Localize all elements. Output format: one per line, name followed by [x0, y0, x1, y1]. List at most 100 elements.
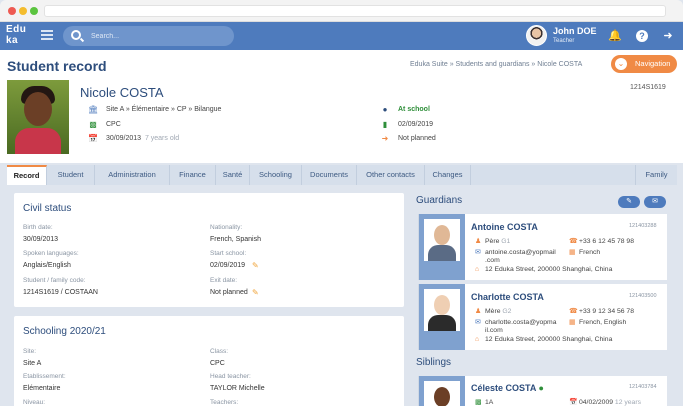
phone-icon: ☎	[569, 308, 578, 315]
app-window: Edu ka John DOE Teacher 🔔 ? ➜ Student re…	[0, 0, 683, 406]
board-icon: ▩	[89, 120, 97, 129]
exit-date-value: Not planned	[210, 289, 248, 296]
home-icon: ⌂	[475, 336, 480, 343]
civil-status-card: Civil status Birth date: 30/09/2013 Nati…	[14, 193, 404, 307]
spoken-languages-label: Spoken languages:	[23, 250, 79, 257]
door-in-icon: ▮	[382, 120, 388, 129]
address-bar[interactable]	[44, 5, 666, 17]
guardian-email-cont: il.com	[485, 327, 503, 334]
school-icon: 🏛	[88, 105, 99, 114]
siblings-title: Siblings	[416, 357, 452, 368]
search-bar[interactable]	[63, 26, 234, 46]
bell-icon[interactable]: 🔔	[608, 30, 622, 42]
top-navbar: Edu ka John DOE Teacher 🔔 ? ➜	[0, 22, 683, 50]
maximize-window-dot[interactable]	[30, 7, 38, 15]
sibling-photo	[419, 376, 465, 406]
guardian-name[interactable]: Antoine COSTA	[471, 222, 538, 232]
birth-date-value: 30/09/2013	[23, 236, 59, 243]
board-icon: ▩	[475, 399, 482, 406]
minimize-window-dot[interactable]	[19, 7, 27, 15]
teachers-label: Teachers:	[210, 399, 239, 406]
user-avatar[interactable]	[526, 25, 547, 46]
site-label: Site:	[23, 348, 37, 355]
tab-student[interactable]: Student	[47, 165, 95, 185]
navigation-button-label: Navigation	[635, 59, 671, 68]
guardian-language: ▦ French, English	[569, 319, 627, 326]
start-school-label: Start school:	[210, 250, 247, 257]
record-tabs: Record Student Administration Finance Sa…	[7, 165, 677, 185]
sibling-birth: 📅 04/02/2009 12 years	[569, 399, 641, 406]
browser-chrome	[0, 0, 683, 22]
search-input[interactable]	[91, 30, 221, 42]
tab-other-contacts[interactable]: Other contacts	[357, 165, 425, 185]
logout-icon[interactable]: ➜	[662, 30, 674, 42]
exit-date-label: Exit date:	[210, 277, 238, 284]
user-name[interactable]: John DOE	[553, 26, 597, 36]
guardian-id: 121403288	[629, 223, 657, 229]
start-school-value: 02/09/2019	[210, 262, 246, 269]
tab-sante[interactable]: Santé	[216, 165, 250, 185]
people-icon: ♟	[475, 308, 482, 315]
calendar-icon: 📅	[88, 134, 98, 143]
sibling-name[interactable]: Céleste COSTA ●	[471, 383, 544, 393]
tab-finance[interactable]: Finance	[170, 165, 216, 185]
tab-record[interactable]: Record	[7, 165, 47, 185]
tab-schooling[interactable]: Schooling	[250, 165, 302, 185]
tab-administration[interactable]: Administration	[95, 165, 170, 185]
guardian-email[interactable]: ✉ charlotte.costa@yopma	[475, 318, 557, 326]
student-id: 1214S1619	[630, 84, 666, 91]
breadcrumb[interactable]: Eduka Suite » Students and guardians » N…	[410, 61, 582, 68]
niveau-label: Niveau:	[23, 399, 46, 406]
guardian-id: 121403500	[629, 293, 657, 299]
calendar-icon: 📅	[569, 399, 578, 406]
language-icon: ▦	[569, 249, 576, 256]
exit-date: Not planned	[398, 135, 436, 142]
student-path: Site A » Élémentaire » CP » Bilangue	[106, 106, 222, 113]
class-label: Class:	[210, 348, 229, 355]
navigation-button[interactable]: ⌄ Navigation	[611, 55, 677, 73]
head-teacher-value: TAYLOR Michelle	[210, 385, 265, 392]
logo-text-bottom: ka	[6, 35, 19, 46]
student-header: Student record Eduka Suite » Students an…	[0, 50, 683, 163]
guardian-email-cont: .com	[485, 257, 500, 264]
civil-status-title: Civil status	[23, 203, 72, 214]
eduka-logo[interactable]: Edu ka	[6, 24, 26, 46]
spoken-languages-value: Anglais/English	[23, 262, 71, 269]
edit-start-pencil-icon[interactable]: ✎	[252, 261, 261, 270]
nationality-value: French, Spanish	[210, 236, 261, 243]
guardian-phone[interactable]: ☎ +33 6 12 45 78 98	[569, 237, 634, 245]
guardian-card[interactable]: Charlotte COSTA 121403500 ♟ Mère G2 ✉ char…	[418, 284, 667, 350]
nationality-label: Nationality:	[210, 224, 243, 231]
guardian-card[interactable]: Antoine COSTA 121403288 ♟ Père G1 ✉ antoin…	[418, 214, 667, 280]
user-role: Teacher	[553, 38, 575, 44]
guardian-relation: ♟ Père G1	[475, 238, 511, 245]
edit-exit-pencil-icon[interactable]: ✎	[252, 288, 261, 297]
guardians-title: Guardians	[416, 195, 463, 206]
help-icon[interactable]: ?	[636, 30, 648, 42]
status-badge: At school	[398, 106, 430, 113]
student-birth: 30/09/2013 7 years old	[106, 135, 180, 142]
language-icon: ▦	[569, 319, 576, 326]
edit-guardians-button[interactable]: ✎	[618, 196, 640, 208]
tab-changes[interactable]: Changes	[425, 165, 471, 185]
email-guardians-button[interactable]: ✉	[644, 196, 666, 208]
chevron-down-icon: ⌄	[615, 58, 627, 70]
tab-family[interactable]: Family	[635, 165, 677, 185]
schooling-card: Schooling 2020/21 Site: Site A Class: CP…	[14, 316, 404, 406]
menu-icon[interactable]	[41, 30, 53, 40]
student-name: Nicole COSTA	[80, 85, 164, 100]
close-window-dot[interactable]	[8, 7, 16, 15]
student-class: CPC	[106, 121, 121, 128]
guardian-name[interactable]: Charlotte COSTA	[471, 292, 544, 302]
head-teacher-label: Head teacher:	[210, 373, 251, 380]
guardian-phone[interactable]: ☎ +33 9 12 34 56 78	[569, 307, 634, 315]
person-icon: ●	[382, 105, 388, 114]
guardian-address: ⌂ 12 Eduka Street, 200000 Shanghai, China	[475, 336, 613, 343]
sibling-card[interactable]: Céleste COSTA ● 121403784 ▩ 1A 📅 04/02/200…	[418, 376, 667, 406]
student-family-code-label: Student / family code:	[23, 277, 86, 284]
guardian-email[interactable]: ✉ antoine.costa@yopmail	[475, 248, 556, 256]
guardian-photo	[419, 284, 465, 350]
guardian-relation: ♟ Mère G2	[475, 308, 512, 315]
birth-date-label: Birth date:	[23, 224, 53, 231]
tab-documents[interactable]: Documents	[302, 165, 357, 185]
